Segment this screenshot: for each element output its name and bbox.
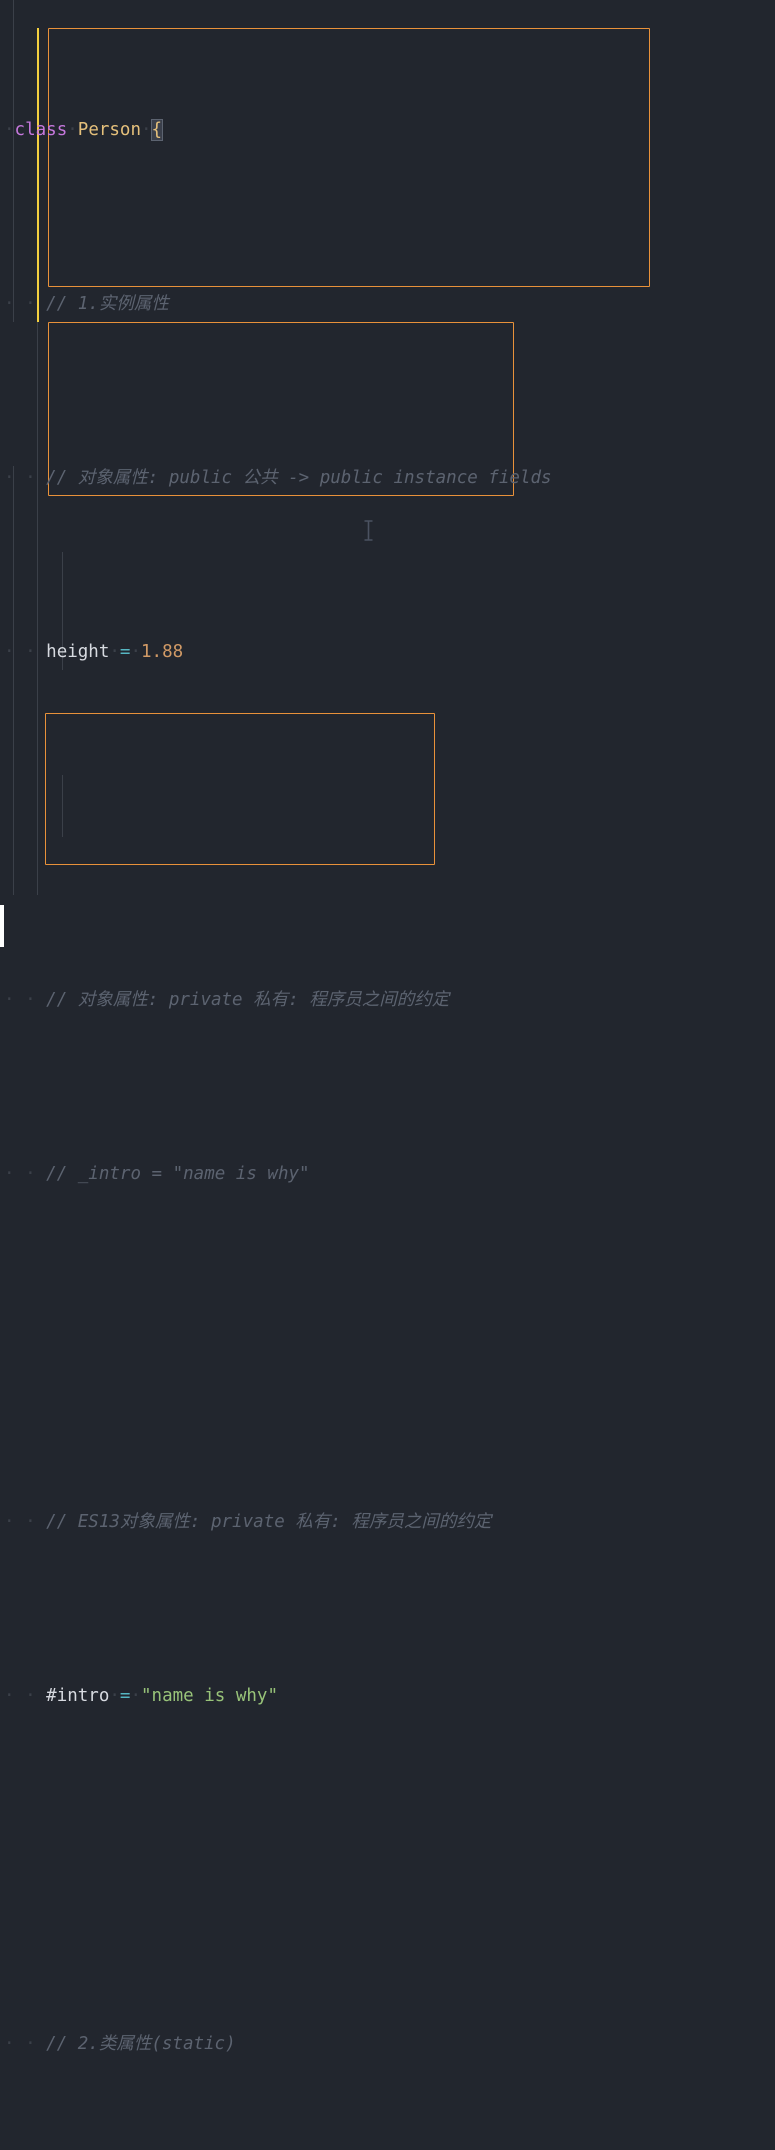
comment-public-instance-fields: // 对象属性: public 公共 -> public instance fi… — [46, 468, 552, 488]
code-line-10[interactable]: · · #intro·=·"name is why" — [0, 1682, 775, 1711]
code-line-4[interactable]: · · height·=·1.88 — [0, 638, 775, 667]
ws-dot: · — [130, 642, 142, 662]
ws-indent: · · — [4, 1512, 47, 1532]
ws-indent: · · — [4, 642, 47, 662]
text-ibeam-cursor — [363, 520, 374, 541]
token-person-classname: Person — [77, 120, 141, 140]
ws-indent: · · — [4, 1686, 47, 1706]
ws-indent: · · — [4, 468, 47, 488]
ws-dot: · — [130, 1686, 142, 1706]
ws-indent: · · — [4, 2034, 47, 2054]
code-content[interactable]: ·class·Person·{ · · // 1.实例属性 · · // 对象属… — [0, 0, 775, 2150]
code-line-3[interactable]: · · // 对象属性: public 公共 -> public instanc… — [0, 464, 775, 493]
comment-instance-fields: // 1.实例属性 — [46, 294, 169, 314]
token-height-value: 1.88 — [141, 642, 184, 662]
ws-indent: · · — [4, 294, 47, 314]
ws-dot: · — [4, 120, 15, 140]
ws-dot: · — [141, 120, 152, 140]
token-brace-open-matched: { — [150, 119, 164, 141]
ws-dot: · — [109, 642, 120, 662]
comment-static-fields: // 2.类属性(static) — [46, 2034, 236, 2054]
token-height-field: height — [46, 642, 110, 662]
ws-dot: · — [109, 1686, 120, 1706]
code-line-9[interactable]: · · // ES13对象属性: private 私有: 程序员之间的约定 — [0, 1508, 775, 1537]
code-line-2[interactable]: · · // 1.实例属性 — [0, 290, 775, 319]
ws-indent: · · — [4, 990, 47, 1010]
comment-private-convention: // 对象属性: private 私有: 程序员之间的约定 — [46, 990, 450, 1010]
code-line-6[interactable]: · · // 对象属性: private 私有: 程序员之间的约定 — [0, 986, 775, 1015]
ws-indent: · · — [4, 1164, 47, 1184]
token-equals: = — [119, 642, 131, 662]
token-intro-field: #intro — [46, 1686, 110, 1706]
comment-underscore-intro: // _intro = "name is why" — [46, 1164, 310, 1184]
code-line-12[interactable]: · · // 2.类属性(static) — [0, 2030, 775, 2059]
code-line-11[interactable] — [0, 1856, 775, 1885]
ws-dot: · — [67, 120, 78, 140]
token-class-keyword: class — [14, 120, 68, 140]
comment-es13-private: // ES13对象属性: private 私有: 程序员之间的约定 — [46, 1512, 492, 1532]
code-editor[interactable]: ·class·Person·{ · · // 1.实例属性 · · // 对象属… — [0, 0, 775, 2054]
token-intro-value: "name is why" — [141, 1686, 278, 1706]
code-line-5[interactable] — [0, 812, 775, 841]
code-line-7[interactable]: · · // _intro = "name is why" — [0, 1160, 775, 1189]
ibeam-icon — [364, 520, 373, 541]
code-line-8[interactable] — [0, 1334, 775, 1363]
code-line-1[interactable]: ·class·Person·{ — [0, 116, 775, 145]
token-equals: = — [119, 1686, 131, 1706]
